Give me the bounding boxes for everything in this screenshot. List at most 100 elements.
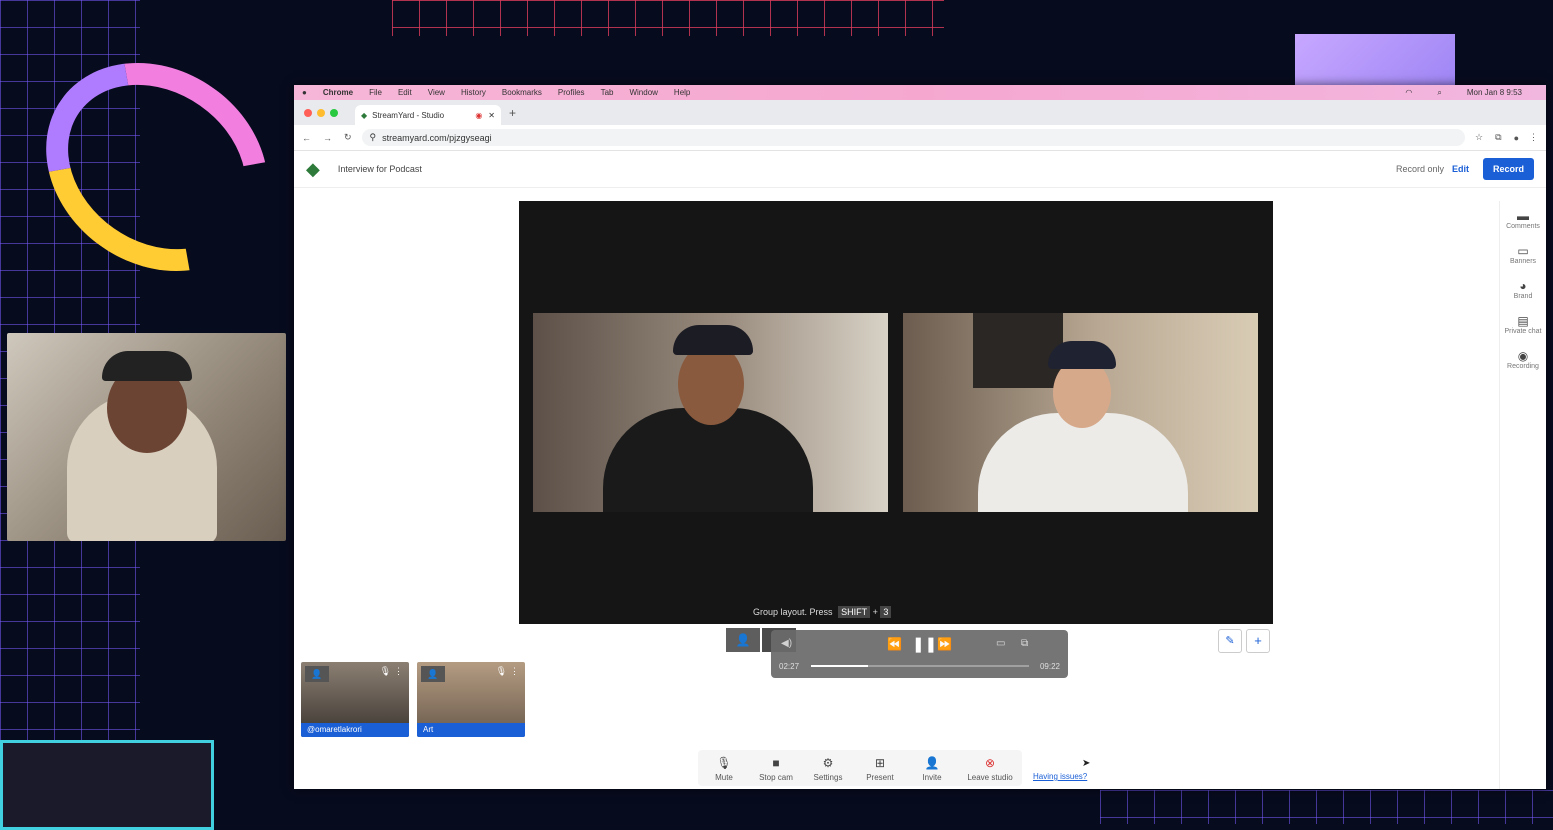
participant-1-more-icon[interactable]: ⋮ — [394, 666, 403, 677]
video-tile-host — [533, 313, 888, 512]
broadcast-stage: Group layout. Press SHIFT + 3 — [519, 201, 1273, 624]
tab-strip: ◆ StreamYard - Studio ◉ ✕ + — [294, 100, 1546, 125]
current-time: 02:27 — [779, 662, 800, 671]
invite-label: Invite — [922, 773, 942, 782]
close-tab-icon[interactable]: ✕ — [488, 111, 495, 120]
streamyard-logo-icon: ◆ — [306, 158, 320, 179]
mute-button[interactable]: 🎙 Mute — [698, 750, 750, 786]
mouse-cursor-icon: ➤ — [1082, 758, 1091, 769]
broadcast-title: Interview for Podcast — [337, 164, 422, 174]
settings-label: Settings — [813, 773, 843, 782]
menubar-datetime[interactable]: Mon Jan 8 9:53 — [1467, 88, 1522, 97]
bookmark-star-icon[interactable]: ☆ — [1475, 132, 1483, 143]
maximize-window-icon[interactable] — [330, 108, 338, 117]
microphone-icon: 🎙 — [716, 756, 732, 770]
participant-1-label: @omaretlakrori — [301, 723, 409, 737]
record-icon: ◉ — [1517, 349, 1529, 363]
volume-icon[interactable]: ◀) — [781, 638, 792, 649]
record-button[interactable]: Record — [1482, 158, 1534, 180]
leave-label: Leave studio — [967, 773, 1013, 782]
seek-bar[interactable] — [811, 665, 1029, 667]
reload-icon[interactable]: ↻ — [344, 132, 352, 143]
menu-view[interactable]: View — [428, 88, 445, 97]
browser-tab[interactable]: ◆ StreamYard - Studio ◉ ✕ — [355, 105, 501, 125]
sidebar-comments[interactable]: ▬ Comments — [1500, 209, 1546, 230]
sidebar-banners[interactable]: ▭ Banners — [1500, 244, 1546, 265]
minimize-window-icon[interactable] — [317, 108, 325, 117]
invite-button[interactable]: 👤 Invite — [906, 750, 958, 786]
present-button[interactable]: ⊞ Present — [854, 750, 906, 786]
menu-history[interactable]: History — [461, 88, 486, 97]
pip-icon[interactable]: ⧉ — [1021, 638, 1028, 649]
site-info-icon[interactable]: ⚲ — [370, 132, 377, 143]
layout-hint-text: Group layout. Press — [753, 607, 833, 617]
presenter-cap — [102, 351, 192, 381]
background-grid-top — [392, 0, 944, 36]
seek-bar-progress — [811, 665, 868, 667]
menu-profiles[interactable]: Profiles — [558, 88, 585, 97]
video-tile-guest — [903, 313, 1258, 512]
leave-studio-button[interactable]: ⊗ Leave studio — [958, 750, 1022, 786]
menu-tab[interactable]: Tab — [601, 88, 614, 97]
pause-icon[interactable]: ❚❚ — [912, 635, 937, 653]
participant-2-more-icon[interactable]: ⋮ — [510, 666, 519, 677]
profile-avatar-icon[interactable]: ● — [1514, 133, 1519, 143]
rewind-icon[interactable]: ⏪ — [887, 637, 902, 651]
mute-label: Mute — [715, 773, 733, 782]
brand-edit-button[interactable]: ✎ — [1218, 629, 1242, 653]
menu-bookmarks[interactable]: Bookmarks — [502, 88, 542, 97]
menu-edit[interactable]: Edit — [398, 88, 412, 97]
forward-icon[interactable]: → — [323, 133, 332, 143]
present-screen-icon: ⊞ — [874, 756, 886, 770]
url-field[interactable]: ⚲ streamyard.com/pjzgyseagi — [361, 129, 1466, 146]
add-person-icon: 👤 — [924, 756, 940, 770]
guest-cap — [1048, 341, 1116, 369]
menu-window[interactable]: Window — [629, 88, 657, 97]
participant-1-mic-icon[interactable]: 🎙 — [380, 666, 391, 677]
edit-link[interactable]: Edit — [1452, 164, 1469, 174]
menu-help[interactable]: Help — [674, 88, 690, 97]
solo-layout-button[interactable]: 👤 — [726, 628, 760, 652]
leave-x-icon: ⊗ — [984, 756, 996, 770]
fast-forward-icon[interactable]: ⏩ — [937, 637, 952, 651]
studio-toolbar: 🎙 Mute ■ Stop cam ⚙ Settings ⊞ Present 👤 Invi… — [698, 750, 1022, 786]
playback-controls: ◀) ⏪ ❚❚ ⏩ ▭ ⧉ 02:27 09:22 — [771, 630, 1068, 678]
close-window-icon[interactable] — [304, 108, 312, 117]
sidebar-brand-label: Brand — [1513, 293, 1533, 300]
menu-app-name[interactable]: Chrome — [323, 88, 353, 97]
back-icon[interactable]: ← — [302, 133, 311, 143]
settings-button[interactable]: ⚙ Settings — [802, 750, 854, 786]
record-only-label: Record only — [1395, 164, 1444, 174]
macos-menubar: ● Chrome File Edit View History Bookmark… — [294, 85, 1546, 100]
participant-thumb-1[interactable]: 👤 🎙 ⋮ @omaretlakrori — [301, 662, 409, 737]
participant-thumb-2[interactable]: 👤 🎙 ⋮ Art — [417, 662, 525, 737]
recording-indicator-icon: ◉ — [475, 110, 483, 120]
background-grid-bottom-right — [1100, 790, 1553, 824]
participant-2-user-icon: 👤 — [421, 666, 445, 682]
chat-icon: ▤ — [1517, 314, 1529, 328]
sidebar-comments-label: Comments — [1506, 223, 1540, 230]
streamyard-favicon-icon: ◆ — [361, 110, 368, 120]
add-scene-button[interactable]: + — [1246, 629, 1270, 653]
new-tab-icon[interactable]: + — [509, 106, 516, 120]
total-time: 09:22 — [1039, 662, 1060, 671]
sidebar-brand[interactable]: ◕ Brand — [1500, 279, 1546, 300]
menubar-status-area: ◠ ⌕ Mon Jan 8 9:53 — [1405, 88, 1538, 98]
extensions-icon[interactable]: ⧉ — [1495, 132, 1501, 143]
apple-menu-icon[interactable]: ● — [302, 88, 307, 97]
participant-2-mic-icon[interactable]: 🎙 — [496, 666, 507, 677]
cast-icon[interactable]: ▭ — [996, 638, 1005, 649]
presenter-camera — [7, 333, 286, 541]
having-issues-link[interactable]: Having issues? — [1033, 772, 1087, 781]
more-menu-icon[interactable]: ⋮ — [1529, 132, 1538, 143]
search-icon[interactable]: ⌕ — [1437, 88, 1441, 98]
stop-cam-button[interactable]: ■ Stop cam — [750, 750, 802, 786]
shift-key-badge: SHIFT — [838, 606, 871, 618]
sidebar-private-chat[interactable]: ▤ Private chat — [1500, 314, 1546, 335]
stop-cam-label: Stop cam — [759, 773, 793, 782]
wifi-icon[interactable]: ◠ — [1405, 88, 1412, 97]
calendar-poster — [973, 313, 1063, 388]
menu-file[interactable]: File — [369, 88, 382, 97]
sidebar-recording[interactable]: ◉ Recording — [1500, 349, 1546, 370]
sidebar-recording-label: Recording — [1507, 363, 1539, 370]
